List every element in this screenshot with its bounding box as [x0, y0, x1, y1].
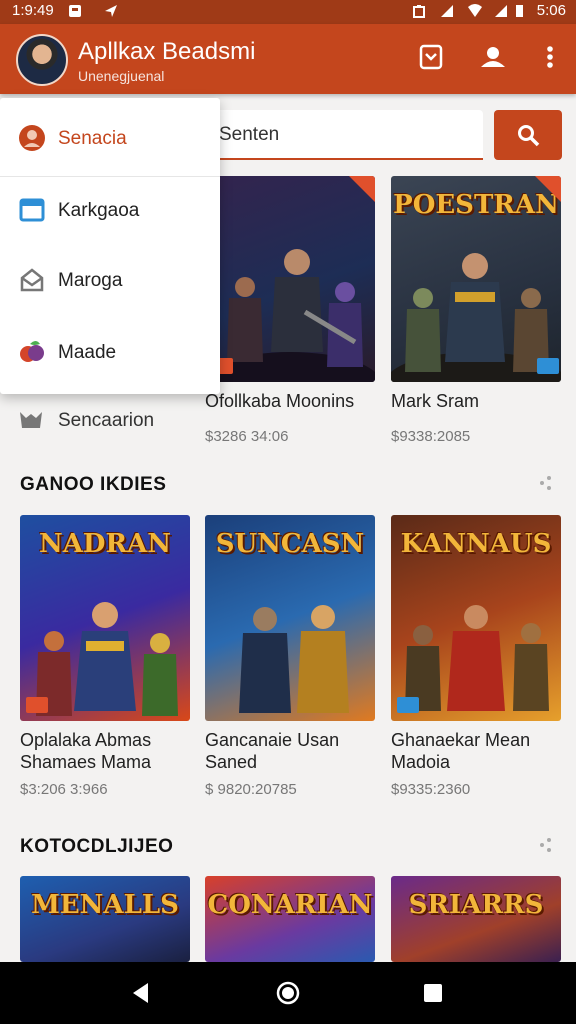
status-time: 1:9:49: [12, 2, 54, 19]
game-price: $3286 34:06: [205, 428, 289, 445]
game-name-line1: Gancanaie Usan: [205, 730, 340, 750]
app-bar: Apllkax Beadsmi Unenegjuenal: [0, 24, 576, 94]
menu-item-maroga[interactable]: Maroga: [0, 244, 220, 316]
game-price: $ 9820:20785: [205, 781, 297, 798]
page-title: Apllkax Beadsmi: [78, 38, 256, 65]
game-price: $9335:2360: [391, 781, 471, 798]
more-icon[interactable]: [536, 834, 558, 856]
home-icon[interactable]: [275, 980, 301, 1006]
game-cover: SUNCASN: [205, 515, 375, 721]
game-controller-icon: [20, 412, 42, 428]
wifi-icon: [468, 4, 482, 17]
game-cover-title: SRIARRS: [408, 890, 544, 920]
search-placeholder: Senten: [219, 124, 280, 145]
game-price: $9338:2085: [391, 428, 471, 445]
menu-item-label: Maade: [58, 342, 117, 363]
sidebar-item-label: Sencaarion: [58, 410, 155, 431]
menu-item-label: Maroga: [58, 270, 123, 291]
sidebar-item-sencaarion[interactable]: Sencaarion: [0, 398, 200, 442]
recents-icon[interactable]: [420, 980, 446, 1006]
game-name-line2: Shamaes Mama: [20, 752, 152, 772]
corner-ribbon-icon: [535, 176, 561, 202]
cell-signal-icon: [495, 5, 507, 17]
menu-item-label: Senacia: [58, 128, 127, 149]
menu-item-senacia[interactable]: Senacia: [0, 102, 220, 174]
menu-item-label: Karkgaoa: [58, 200, 140, 221]
avatar[interactable]: [16, 34, 68, 86]
profile-icon: [19, 125, 45, 151]
game-cover-title: SUNCASN: [215, 529, 365, 559]
game-name: Mark Sram: [391, 391, 480, 411]
section-title: KOTOCDLJIJEO: [20, 836, 174, 857]
game-cover: KANNAUS: [391, 515, 561, 721]
game-cover: POESTRAN: [391, 176, 561, 382]
fruit-icon: [20, 341, 44, 362]
window-icon: [19, 198, 45, 222]
section-title: GANOO IKDIES: [20, 474, 167, 495]
back-icon[interactable]: [128, 980, 154, 1006]
game-cover: MENALLS: [20, 876, 190, 962]
bookmark-icon[interactable]: [416, 42, 446, 72]
battery-percent: 5:06: [536, 2, 566, 19]
notification-icon: [69, 5, 81, 17]
cover-art: [391, 253, 561, 382]
more-icon[interactable]: [536, 472, 558, 494]
game-cover: [205, 176, 375, 382]
alarm-icon: [413, 5, 425, 18]
game-cover-title: MENALLS: [31, 890, 179, 920]
battery-icon: [516, 5, 523, 17]
game-name-line2: Madoia: [391, 752, 451, 772]
game-cover: CONARIAN: [205, 876, 375, 962]
system-nav-bar: [0, 962, 576, 1024]
game-cover-title: CONARIAN: [207, 890, 373, 920]
menu-item-maade[interactable]: Maade: [0, 316, 220, 388]
search-icon: [518, 125, 540, 147]
menu-item-karkgaoa[interactable]: Karkgaoa: [0, 174, 220, 246]
search-button[interactable]: [494, 110, 562, 160]
corner-ribbon-icon: [349, 176, 375, 202]
game-cover-title: NADRAN: [38, 529, 172, 559]
inbox-icon: [20, 268, 44, 292]
more-vert-icon[interactable]: [535, 42, 565, 72]
badge-icon: [26, 697, 48, 713]
game-cover: SRIARRS: [391, 876, 561, 962]
search-input[interactable]: Senten: [205, 110, 483, 160]
page-subtitle: Unenegjuenal: [78, 68, 165, 84]
dropdown-menu: Senacia Karkgaoa Maroga Maade: [0, 98, 220, 394]
badge-icon: [397, 697, 419, 713]
game-name-line1: Oplalaka Abmas: [20, 730, 152, 750]
game-cover: NADRAN: [20, 515, 190, 721]
game-name-line1: Ghanaekar Mean: [391, 730, 531, 750]
status-bar: 1:9:49 5:06: [0, 0, 576, 24]
signal-icon: [441, 5, 453, 17]
game-price: $3:206 3:966: [20, 781, 108, 798]
game-name: Ofollkaba Moonins: [205, 391, 355, 411]
game-name-line2: Saned: [205, 752, 258, 772]
send-icon: [105, 5, 117, 17]
game-cover-title: KANNAUS: [400, 529, 552, 559]
cover-art: [239, 605, 349, 713]
account-icon[interactable]: [478, 42, 508, 72]
badge-icon: [537, 358, 559, 374]
